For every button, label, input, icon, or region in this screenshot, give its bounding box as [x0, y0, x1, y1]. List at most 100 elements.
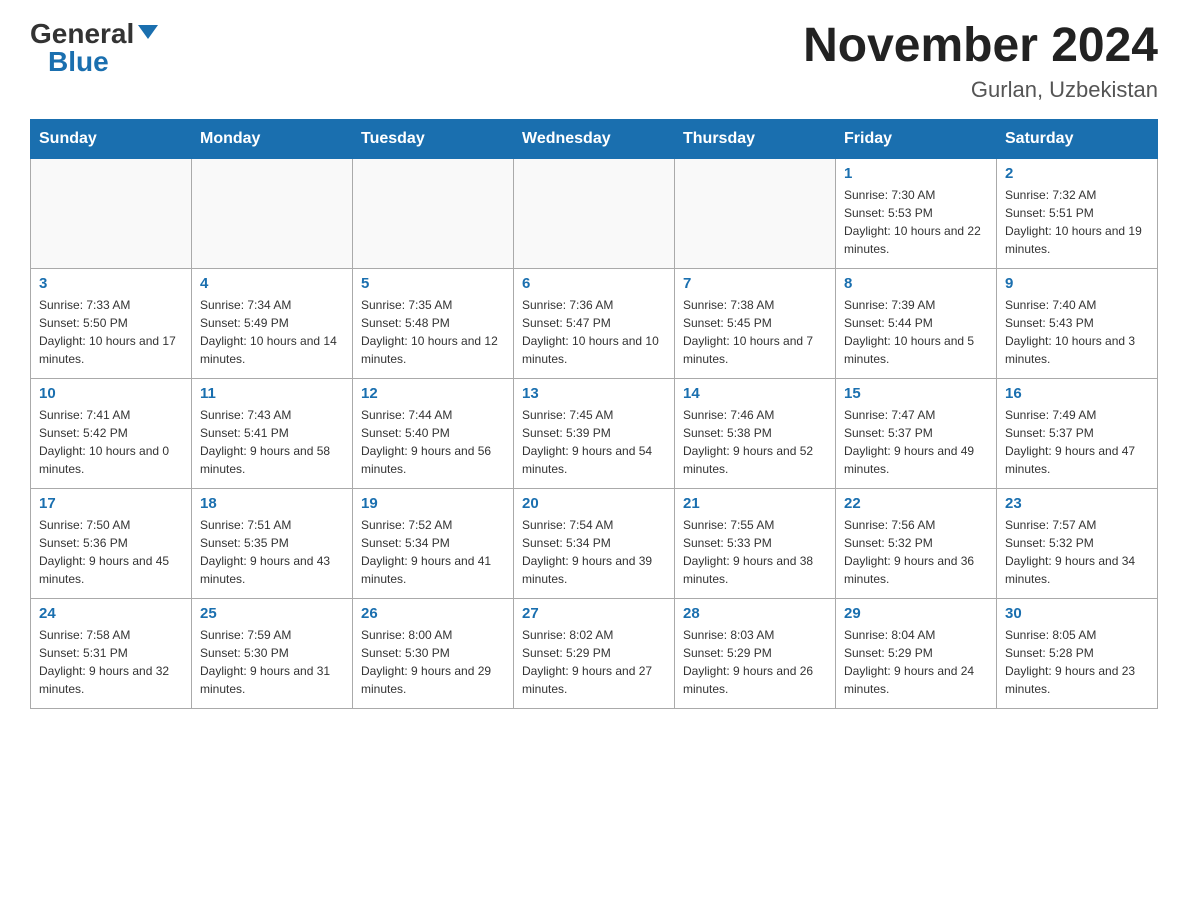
day-number: 3 — [39, 275, 183, 292]
day-cell: 2 Sunrise: 7:32 AMSunset: 5:51 PMDaylight… — [997, 158, 1158, 268]
day-info: Sunrise: 8:00 AMSunset: 5:30 PMDaylight:… — [361, 626, 505, 698]
day-cell: 12Sunrise: 7:44 AMSunset: 5:40 PMDayligh… — [353, 378, 514, 488]
day-info: Sunrise: 7:51 AMSunset: 5:35 PMDaylight:… — [200, 516, 344, 588]
col-header-sunday: Sunday — [31, 119, 192, 158]
day-info: Sunrise: 7:33 AMSunset: 5:50 PMDaylight:… — [39, 296, 183, 368]
day-info: Sunrise: 7:58 AMSunset: 5:31 PMDaylight:… — [39, 626, 183, 698]
day-number: 8 — [844, 275, 988, 292]
logo: General Blue — [30, 20, 158, 76]
day-cell: 8 Sunrise: 7:39 AMSunset: 5:44 PMDaylight… — [836, 268, 997, 378]
day-number: 2 — [1005, 165, 1149, 182]
week-row-3: 10Sunrise: 7:41 AMSunset: 5:42 PMDayligh… — [31, 378, 1158, 488]
logo-triangle-icon — [138, 25, 158, 39]
day-cell: 10Sunrise: 7:41 AMSunset: 5:42 PMDayligh… — [31, 378, 192, 488]
day-cell: 24 Sunrise: 7:58 AMSunset: 5:31 PMDayligh… — [31, 598, 192, 708]
day-number: 14 — [683, 385, 827, 402]
day-number: 6 — [522, 275, 666, 292]
week-row-2: 3 Sunrise: 7:33 AMSunset: 5:50 PMDaylight… — [31, 268, 1158, 378]
day-info: Sunrise: 8:03 AMSunset: 5:29 PMDaylight:… — [683, 626, 827, 698]
day-info: Sunrise: 8:04 AMSunset: 5:29 PMDaylight:… — [844, 626, 988, 698]
day-info: Sunrise: 7:39 AMSunset: 5:44 PMDaylight:… — [844, 296, 988, 368]
day-number: 19 — [361, 495, 505, 512]
day-info: Sunrise: 7:36 AMSunset: 5:47 PMDaylight:… — [522, 296, 666, 368]
day-cell: 30 Sunrise: 8:05 AMSunset: 5:28 PMDayligh… — [997, 598, 1158, 708]
month-title: November 2024 — [803, 20, 1158, 73]
day-info: Sunrise: 7:30 AMSunset: 5:53 PMDaylight:… — [844, 186, 988, 258]
day-info: Sunrise: 7:34 AMSunset: 5:49 PMDaylight:… — [200, 296, 344, 368]
day-number: 7 — [683, 275, 827, 292]
day-cell: 29 Sunrise: 8:04 AMSunset: 5:29 PMDayligh… — [836, 598, 997, 708]
day-info: Sunrise: 7:52 AMSunset: 5:34 PMDaylight:… — [361, 516, 505, 588]
day-info: Sunrise: 8:05 AMSunset: 5:28 PMDaylight:… — [1005, 626, 1149, 698]
col-header-monday: Monday — [192, 119, 353, 158]
day-info: Sunrise: 7:47 AMSunset: 5:37 PMDaylight:… — [844, 406, 988, 478]
day-number: 5 — [361, 275, 505, 292]
week-row-1: 1 Sunrise: 7:30 AMSunset: 5:53 PMDaylight… — [31, 158, 1158, 268]
logo-general-text: General — [30, 20, 134, 48]
day-cell: 13Sunrise: 7:45 AMSunset: 5:39 PMDayligh… — [514, 378, 675, 488]
day-info: Sunrise: 7:43 AMSunset: 5:41 PMDaylight:… — [200, 406, 344, 478]
day-cell: 18Sunrise: 7:51 AMSunset: 5:35 PMDayligh… — [192, 488, 353, 598]
day-number: 12 — [361, 385, 505, 402]
day-number: 30 — [1005, 605, 1149, 622]
day-info: Sunrise: 7:50 AMSunset: 5:36 PMDaylight:… — [39, 516, 183, 588]
col-header-friday: Friday — [836, 119, 997, 158]
day-cell — [675, 158, 836, 268]
day-info: Sunrise: 8:02 AMSunset: 5:29 PMDaylight:… — [522, 626, 666, 698]
location-subtitle: Gurlan, Uzbekistan — [803, 77, 1158, 103]
day-number: 21 — [683, 495, 827, 512]
day-number: 26 — [361, 605, 505, 622]
day-number: 24 — [39, 605, 183, 622]
col-header-tuesday: Tuesday — [353, 119, 514, 158]
day-number: 29 — [844, 605, 988, 622]
day-info: Sunrise: 7:56 AMSunset: 5:32 PMDaylight:… — [844, 516, 988, 588]
day-cell: 3 Sunrise: 7:33 AMSunset: 5:50 PMDaylight… — [31, 268, 192, 378]
day-cell: 19 Sunrise: 7:52 AMSunset: 5:34 PMDayligh… — [353, 488, 514, 598]
day-number: 17 — [39, 495, 183, 512]
col-header-wednesday: Wednesday — [514, 119, 675, 158]
day-number: 10 — [39, 385, 183, 402]
day-cell — [192, 158, 353, 268]
day-cell: 11 Sunrise: 7:43 AMSunset: 5:41 PMDayligh… — [192, 378, 353, 488]
day-info: Sunrise: 7:46 AMSunset: 5:38 PMDaylight:… — [683, 406, 827, 478]
day-number: 27 — [522, 605, 666, 622]
day-info: Sunrise: 7:38 AMSunset: 5:45 PMDaylight:… — [683, 296, 827, 368]
day-number: 22 — [844, 495, 988, 512]
day-cell — [31, 158, 192, 268]
day-cell: 22 Sunrise: 7:56 AMSunset: 5:32 PMDayligh… — [836, 488, 997, 598]
day-info: Sunrise: 7:32 AMSunset: 5:51 PMDaylight:… — [1005, 186, 1149, 258]
day-cell: 23Sunrise: 7:57 AMSunset: 5:32 PMDayligh… — [997, 488, 1158, 598]
week-row-4: 17 Sunrise: 7:50 AMSunset: 5:36 PMDayligh… — [31, 488, 1158, 598]
day-number: 28 — [683, 605, 827, 622]
page-header: General Blue November 2024 Gurlan, Uzbek… — [30, 20, 1158, 103]
calendar-table: SundayMondayTuesdayWednesdayThursdayFrid… — [30, 119, 1158, 709]
col-header-thursday: Thursday — [675, 119, 836, 158]
day-cell: 4 Sunrise: 7:34 AMSunset: 5:49 PMDaylight… — [192, 268, 353, 378]
day-cell: 9Sunrise: 7:40 AMSunset: 5:43 PMDaylight… — [997, 268, 1158, 378]
day-number: 11 — [200, 385, 344, 402]
day-number: 25 — [200, 605, 344, 622]
day-info: Sunrise: 7:55 AMSunset: 5:33 PMDaylight:… — [683, 516, 827, 588]
day-cell: 26 Sunrise: 8:00 AMSunset: 5:30 PMDayligh… — [353, 598, 514, 708]
day-number: 13 — [522, 385, 666, 402]
day-cell: 1 Sunrise: 7:30 AMSunset: 5:53 PMDaylight… — [836, 158, 997, 268]
day-cell: 6 Sunrise: 7:36 AMSunset: 5:47 PMDaylight… — [514, 268, 675, 378]
day-cell: 21 Sunrise: 7:55 AMSunset: 5:33 PMDayligh… — [675, 488, 836, 598]
day-cell: 27 Sunrise: 8:02 AMSunset: 5:29 PMDayligh… — [514, 598, 675, 708]
day-cell: 17 Sunrise: 7:50 AMSunset: 5:36 PMDayligh… — [31, 488, 192, 598]
day-cell: 25 Sunrise: 7:59 AMSunset: 5:30 PMDayligh… — [192, 598, 353, 708]
day-cell: 5 Sunrise: 7:35 AMSunset: 5:48 PMDaylight… — [353, 268, 514, 378]
day-cell: 14 Sunrise: 7:46 AMSunset: 5:38 PMDayligh… — [675, 378, 836, 488]
day-cell: 20Sunrise: 7:54 AMSunset: 5:34 PMDayligh… — [514, 488, 675, 598]
day-number: 4 — [200, 275, 344, 292]
day-cell: 15 Sunrise: 7:47 AMSunset: 5:37 PMDayligh… — [836, 378, 997, 488]
day-cell: 28 Sunrise: 8:03 AMSunset: 5:29 PMDayligh… — [675, 598, 836, 708]
day-info: Sunrise: 7:59 AMSunset: 5:30 PMDaylight:… — [200, 626, 344, 698]
day-info: Sunrise: 7:35 AMSunset: 5:48 PMDaylight:… — [361, 296, 505, 368]
day-info: Sunrise: 7:49 AMSunset: 5:37 PMDaylight:… — [1005, 406, 1149, 478]
day-number: 1 — [844, 165, 988, 182]
day-number: 23 — [1005, 495, 1149, 512]
day-number: 15 — [844, 385, 988, 402]
calendar-header-row: SundayMondayTuesdayWednesdayThursdayFrid… — [31, 119, 1158, 158]
col-header-saturday: Saturday — [997, 119, 1158, 158]
